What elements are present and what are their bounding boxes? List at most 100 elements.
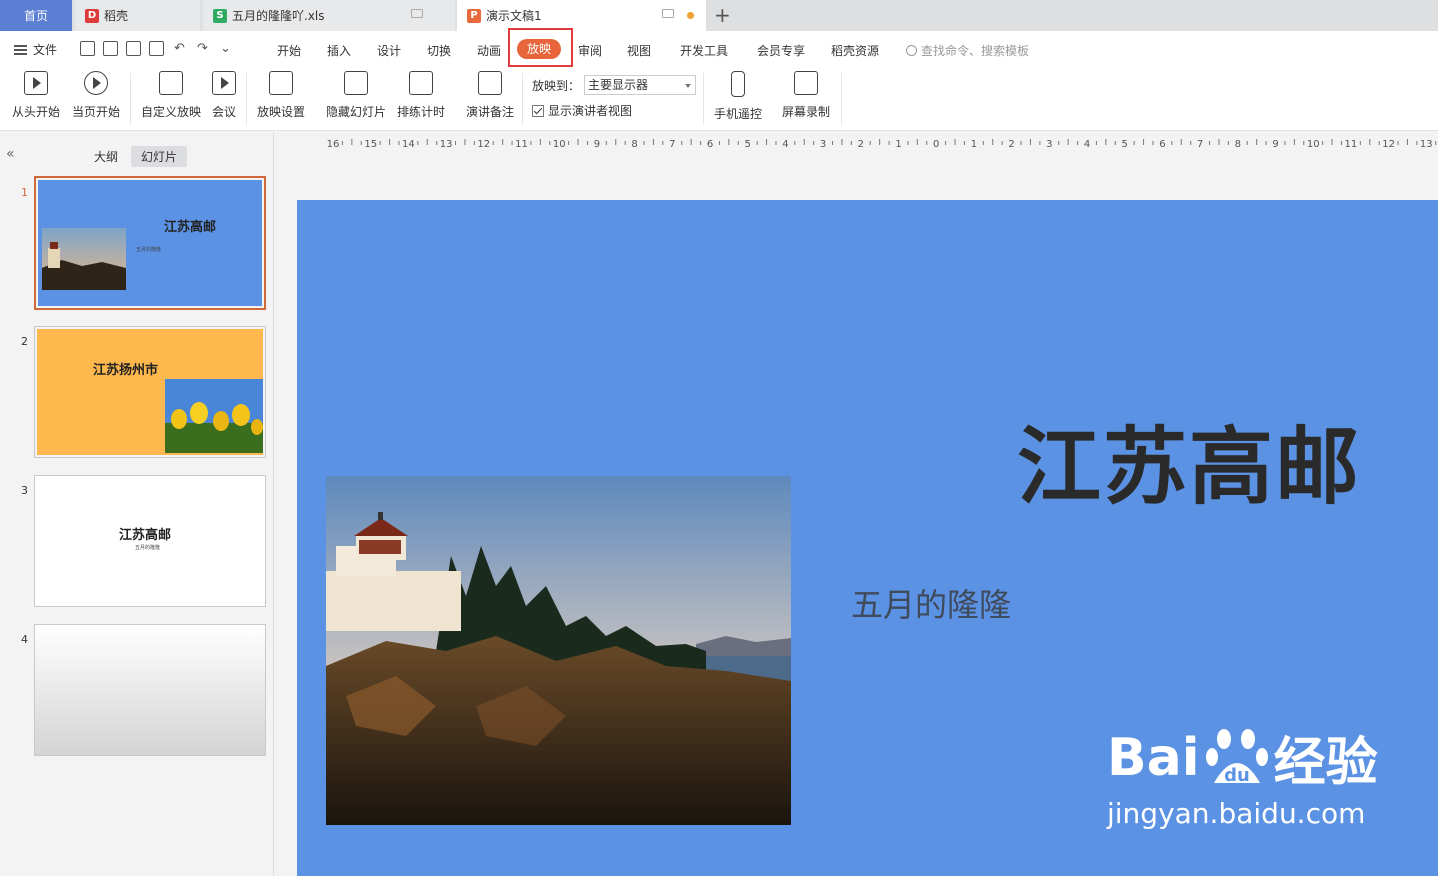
ruler-label: 6 bbox=[1159, 139, 1165, 150]
ribbon-separator bbox=[246, 73, 247, 125]
file-menu-button[interactable]: 文件 bbox=[14, 41, 57, 58]
slide-thumbnail-3[interactable]: 江苏高邮 五月的隆隆 bbox=[34, 475, 266, 607]
speaker-notes-button[interactable]: 演讲备注 bbox=[466, 71, 514, 120]
slide-subtitle[interactable]: 五月的隆隆 bbox=[851, 580, 1011, 626]
ruler-label: 14 bbox=[402, 139, 415, 150]
phone-remote-button[interactable]: 手机遥控 bbox=[714, 71, 762, 122]
search-icon bbox=[906, 45, 917, 56]
ruler-label: 5 bbox=[745, 139, 751, 150]
slide-thumbnail-1[interactable]: 江苏高邮 五月的隆隆 bbox=[34, 176, 266, 310]
timer-icon bbox=[409, 71, 433, 95]
thumb-title: 江苏扬州市 bbox=[93, 363, 159, 378]
baidu-watermark: Bai du 经验 jingyan.baidu.com bbox=[1107, 720, 1378, 831]
tulips-thumb-image bbox=[165, 379, 263, 453]
menu-design[interactable]: 设计 bbox=[377, 42, 401, 59]
lighthouse-thumb-image bbox=[42, 228, 126, 290]
presentation-icon: P bbox=[467, 8, 481, 23]
tab-slides[interactable]: 幻灯片 bbox=[131, 146, 188, 167]
from-current-button[interactable]: 当页开始 bbox=[72, 71, 120, 120]
speaker-notes-label: 演讲备注 bbox=[466, 105, 515, 119]
phone-icon bbox=[731, 71, 745, 97]
monitor-icon[interactable] bbox=[662, 9, 674, 18]
ruler-label: 11 bbox=[1345, 139, 1358, 150]
print-preview-icon[interactable] bbox=[149, 41, 164, 56]
menu-member[interactable]: 会员专享 bbox=[757, 42, 805, 59]
ruler-label: 8 bbox=[1235, 139, 1241, 150]
menu-start[interactable]: 开始 bbox=[277, 42, 301, 59]
export-icon[interactable] bbox=[103, 41, 118, 56]
ruler-label: 4 bbox=[1084, 139, 1090, 150]
hide-slide-label: 隐藏幻灯片 bbox=[326, 105, 387, 119]
tab-bar: 首页 D 稻壳 S 五月的隆隆吖.xls P 演示文稿1 + bbox=[0, 0, 1438, 31]
quick-access-toolbar: ↶ ↷ ⌄ bbox=[80, 41, 233, 56]
tab-presentation[interactable]: P 演示文稿1 bbox=[457, 0, 706, 31]
ruler-label: 1 bbox=[895, 139, 901, 150]
thumb-number: 3 bbox=[21, 484, 28, 497]
ruler-label: 11 bbox=[515, 139, 528, 150]
new-tab-button[interactable]: + bbox=[714, 3, 731, 27]
unsaved-dot-icon bbox=[687, 12, 694, 19]
ruler-label: 15 bbox=[364, 139, 377, 150]
horizontal-ruler: 16 15 14 13 12 11 10 9 8 7 6 5 4 3 2 1 0 1 2 3 4 5 6 7 8 9 10 11 12 1… bbox=[327, 139, 1437, 150]
menu-daoke-resources[interactable]: 稻壳资源 bbox=[831, 42, 879, 59]
menu-insert[interactable]: 插入 bbox=[327, 42, 351, 59]
custom-show-label: 自定义放映 bbox=[141, 105, 202, 119]
ruler-label: 8 bbox=[631, 139, 637, 150]
print-icon[interactable] bbox=[126, 41, 141, 56]
ruler-label: 0 bbox=[933, 139, 939, 150]
ruler-label: 12 bbox=[1382, 139, 1395, 150]
hide-slide-icon bbox=[344, 71, 368, 95]
display-select[interactable]: 主要显示器 bbox=[584, 75, 697, 95]
redo-icon[interactable]: ↷ bbox=[195, 41, 210, 56]
custom-show-button[interactable]: 自定义放映 bbox=[141, 71, 201, 120]
menu-review[interactable]: 审阅 bbox=[578, 42, 602, 59]
watermark-brand: Bai bbox=[1107, 727, 1200, 788]
monitor-icon[interactable] bbox=[411, 9, 423, 18]
screen-record-icon bbox=[794, 71, 818, 95]
tab-spreadsheet[interactable]: S 五月的隆隆吖.xls bbox=[203, 0, 455, 31]
thumb-title: 江苏高邮 bbox=[119, 528, 172, 543]
menu-animation[interactable]: 动画 bbox=[477, 42, 501, 59]
rehearse-button[interactable]: 排练计时 bbox=[397, 71, 445, 120]
screen-record-button[interactable]: 屏幕录制 bbox=[782, 71, 830, 120]
tab-home[interactable]: 首页 bbox=[0, 0, 72, 31]
slide-title[interactable]: 江苏高邮 bbox=[1017, 400, 1361, 521]
collapse-panel-icon[interactable]: « bbox=[6, 146, 15, 162]
menu-transition[interactable]: 切换 bbox=[427, 42, 451, 59]
ruler-label: 1 bbox=[971, 139, 977, 150]
slide-canvas[interactable]: 江苏高邮 五月的隆隆 Bai du 经验 jingyan.baidu.com bbox=[297, 200, 1438, 876]
meeting-button[interactable]: 会议 bbox=[212, 71, 236, 120]
menu-icon bbox=[14, 44, 27, 55]
watermark-cn: 经验 bbox=[1273, 733, 1378, 793]
command-search[interactable]: 查找命令、搜索模板 bbox=[906, 42, 1029, 59]
tab-daoke[interactable]: D 稻壳 bbox=[75, 0, 200, 31]
ribbon-separator bbox=[130, 73, 131, 125]
undo-icon[interactable]: ↶ bbox=[172, 41, 187, 56]
checkbox-checked-icon bbox=[532, 104, 544, 117]
ribbon-separator bbox=[841, 73, 842, 125]
ruler-label: 7 bbox=[669, 139, 675, 150]
from-start-button[interactable]: 从头开始 bbox=[12, 71, 60, 120]
show-settings-button[interactable]: 放映设置 bbox=[257, 71, 305, 120]
annotation-highlight-box bbox=[508, 28, 573, 67]
hide-slide-button[interactable]: 隐藏幻灯片 bbox=[326, 71, 386, 120]
thumb-number: 2 bbox=[21, 335, 28, 348]
save-icon[interactable] bbox=[80, 41, 95, 56]
slide-thumbnail-2[interactable]: 江苏扬州市 bbox=[34, 326, 266, 458]
tab-spreadsheet-label: 五月的隆隆吖.xls bbox=[232, 9, 325, 23]
presenter-view-checkbox[interactable]: 显示演讲者视图 bbox=[532, 102, 632, 119]
presenter-view-label: 显示演讲者视图 bbox=[548, 104, 633, 118]
slide-thumbnail-4[interactable] bbox=[34, 624, 266, 756]
lighthouse-photo[interactable] bbox=[326, 476, 791, 825]
ruler-label: 7 bbox=[1197, 139, 1203, 150]
ruler-label: 4 bbox=[782, 139, 788, 150]
tab-outline[interactable]: 大纲 bbox=[84, 146, 128, 167]
ruler-label: 10 bbox=[553, 139, 566, 150]
menu-view[interactable]: 视图 bbox=[627, 42, 651, 59]
ruler-label: 5 bbox=[1122, 139, 1128, 150]
ruler-label: 16 bbox=[327, 139, 340, 150]
customize-toolbar-icon[interactable]: ⌄ bbox=[218, 41, 233, 56]
menu-bar: 文件 ↶ ↷ ⌄ 开始 插入 设计 切换 动画 放映 审阅 视图 开发工具 会员… bbox=[0, 31, 1438, 67]
ruler-label: 10 bbox=[1307, 139, 1320, 150]
menu-developer[interactable]: 开发工具 bbox=[680, 42, 728, 59]
